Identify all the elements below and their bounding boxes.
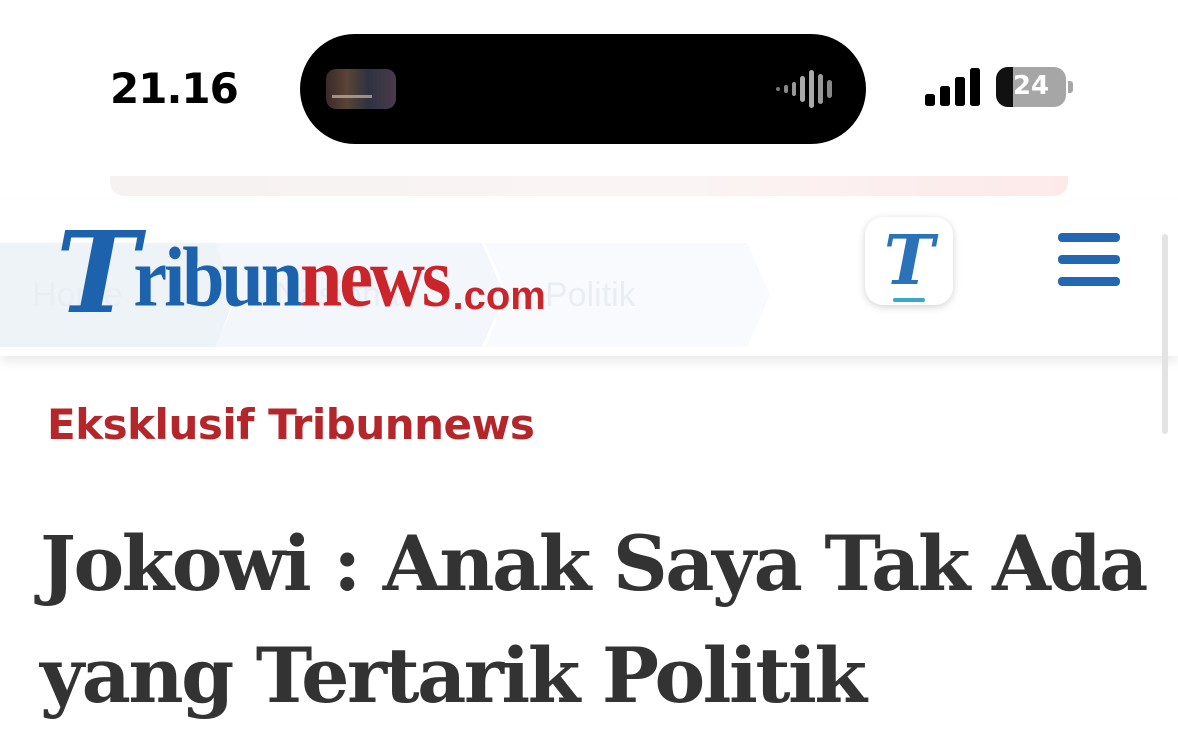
logo-t: T <box>56 208 140 339</box>
logo-news: news <box>300 230 451 325</box>
dynamic-island[interactable] <box>300 34 866 144</box>
app-icon-letter: T <box>883 221 935 301</box>
article-headline: Jokowi : Anak Saya Tak Ada yang Tertarik… <box>40 519 1148 720</box>
site-header: Home Nasional Politik T ribun news .com … <box>0 200 1178 356</box>
battery-percentage: 24 <box>1012 71 1050 101</box>
article-kicker[interactable]: Eksklusif Tribunnews <box>47 400 535 449</box>
now-playing-artwork[interactable] <box>326 69 396 109</box>
top-banner-strip <box>110 176 1068 196</box>
battery-icon: 24 <box>996 67 1066 107</box>
cellular-signal-icon <box>925 68 980 106</box>
logo-com: .com <box>452 274 546 318</box>
tribunnews-logo[interactable]: T ribun news .com <box>56 210 546 330</box>
battery-tip <box>1068 81 1073 93</box>
audio-waveform-icon <box>776 70 832 108</box>
status-time: 21.16 <box>110 64 239 113</box>
hamburger-menu-icon[interactable] <box>1058 233 1120 287</box>
scrollbar[interactable] <box>1162 234 1168 434</box>
breadcrumb-politik-label: Politik <box>545 275 636 314</box>
logo-ribun: ribun <box>133 230 303 325</box>
tribun-app-icon[interactable]: T <box>865 217 953 305</box>
app-icon-underline <box>893 298 925 302</box>
